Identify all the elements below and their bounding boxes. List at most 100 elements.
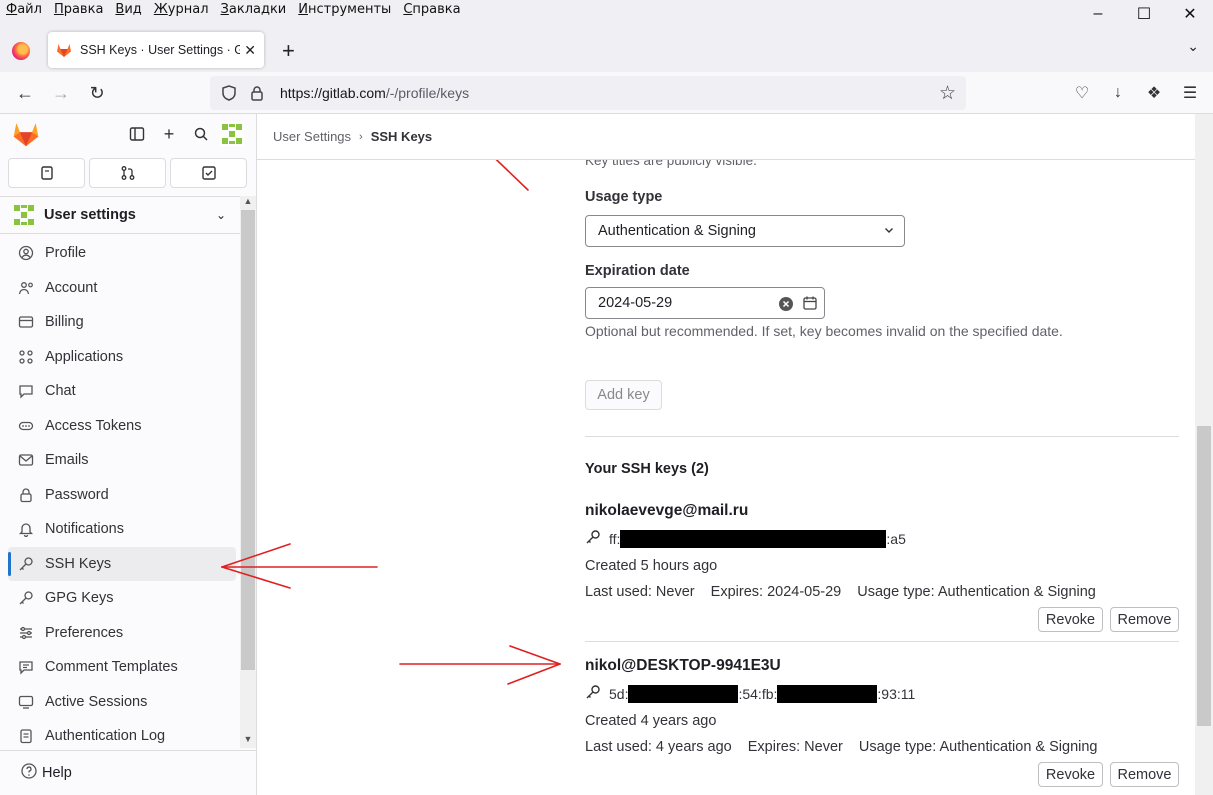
sidebar-item-password[interactable]: Password [8, 478, 236, 513]
scroll-thumb[interactable] [1197, 426, 1211, 726]
key-meta: Last used: Never Expires: 2024-05-29 Usa… [585, 584, 1108, 600]
sidebar-item-authentication-log[interactable]: Authentication Log [8, 719, 236, 754]
breadcrumb: User Settings › SSH Keys [257, 114, 1195, 160]
key-title[interactable]: nikolaevevge@mail.ru [585, 502, 748, 520]
help-icon [20, 762, 38, 784]
clear-icon[interactable] [778, 296, 794, 312]
issues-button[interactable] [8, 158, 85, 188]
menu-view[interactable]: Вид [115, 2, 141, 17]
add-key-button[interactable]: Add key [585, 380, 662, 410]
scroll-down-icon[interactable]: ▼ [240, 734, 256, 748]
account-icon [16, 278, 36, 298]
key-icon [16, 554, 36, 574]
user-avatar[interactable] [220, 122, 244, 146]
shield-icon[interactable] [220, 84, 238, 102]
expiration-date-input[interactable]: 2024-05-29 [585, 287, 825, 319]
sidebar-toggle-icon[interactable] [126, 123, 148, 145]
key-expires: Expires: Never [747, 739, 843, 755]
menu-bookmarks[interactable]: Закладки [221, 2, 287, 17]
sidebar-item-profile[interactable]: Profile [8, 236, 236, 271]
list-tabs-icon[interactable]: ⌄ [1187, 38, 1199, 55]
menu-edit[interactable]: Правка [54, 2, 103, 17]
revoke-button[interactable]: Revoke [1038, 762, 1103, 787]
sidebar-item-comment-templates[interactable]: Comment Templates [8, 650, 236, 685]
merge-requests-button[interactable] [89, 158, 166, 188]
sidebar-item-notifications[interactable]: Notifications [8, 512, 236, 547]
key-expires: Expires: 2024-05-29 [710, 584, 842, 600]
key-icon [585, 529, 601, 548]
chevron-down-icon: ⌄ [215, 208, 226, 222]
remove-button[interactable]: Remove [1110, 762, 1179, 787]
new-tab-icon[interactable]: + [282, 38, 295, 64]
sidebar-item-account[interactable]: Account [8, 271, 236, 306]
key-usage-type: Usage type: Authentication & Signing [858, 739, 1098, 755]
key-title[interactable]: nikol@DESKTOP-9941E3U [585, 657, 781, 675]
usage-type-label: Usage type [585, 189, 663, 205]
applications-icon [16, 347, 36, 367]
menu-tools[interactable]: Инструменты [298, 2, 391, 17]
sidebar-item-billing[interactable]: Billing [8, 305, 236, 340]
ssh-keys-panel: Key titles are publicly visible. Usage t… [585, 160, 1179, 795]
sidebar-item-preferences[interactable]: Preferences [8, 616, 236, 651]
gitlab-logo-icon[interactable] [12, 120, 40, 148]
revoke-button[interactable]: Revoke [1038, 607, 1103, 632]
app-menu-icon[interactable]: ☰ [1177, 80, 1203, 106]
firefox-logo-icon[interactable] [12, 42, 30, 60]
extensions-icon[interactable]: ❖ [1141, 80, 1167, 106]
key-icon [16, 588, 36, 608]
sidebar-item-access-tokens[interactable]: Access Tokens [8, 409, 236, 444]
sidebar-item-emails[interactable]: Emails [8, 443, 236, 478]
sidebar-item-applications[interactable]: Applications [8, 340, 236, 375]
page-scrollbar[interactable] [1195, 114, 1213, 795]
bookmark-star-icon[interactable]: ☆ [939, 82, 956, 105]
redaction-box [777, 684, 878, 703]
reload-icon[interactable]: ↻ [84, 80, 110, 106]
main-content: User Settings › SSH Keys Key titles are … [257, 114, 1213, 795]
search-icon[interactable] [190, 123, 212, 145]
pocket-icon[interactable]: ♡ [1069, 80, 1095, 106]
breadcrumb-parent[interactable]: User Settings [273, 129, 351, 144]
keys-section-title: Your SSH keys (2) [585, 461, 709, 477]
context-switcher[interactable]: User settings ⌄ [0, 196, 240, 234]
help-label: Help [42, 765, 72, 781]
redaction-box [628, 684, 739, 703]
chevron-down-icon [884, 225, 894, 238]
fingerprint-start: 5d: [609, 685, 629, 702]
billing-icon [16, 312, 36, 332]
url-bar[interactable]: https://gitlab.com/-/profile/keys ☆ [210, 76, 966, 110]
calendar-icon[interactable] [802, 295, 818, 311]
close-tab-icon[interactable]: ✕ [244, 42, 256, 59]
fingerprint-end: :a5 [886, 530, 906, 547]
usage-type-select[interactable]: Authentication & Signing [585, 215, 905, 247]
sessions-icon [16, 692, 36, 712]
menu-history[interactable]: Журнал [154, 2, 209, 17]
fingerprint-mid: :54:fb: [738, 685, 778, 702]
sidebar-item-chat[interactable]: Chat [8, 374, 236, 409]
lock-icon[interactable] [248, 84, 266, 102]
help-button[interactable]: Help [0, 750, 256, 795]
sidebar-item-ssh-keys[interactable]: SSH Keys [8, 546, 236, 581]
sidebar-item-active-sessions[interactable]: Active Sessions [8, 685, 236, 720]
scroll-thumb[interactable] [241, 210, 255, 670]
scroll-up-icon[interactable]: ▲ [240, 196, 256, 210]
remove-button[interactable]: Remove [1110, 607, 1179, 632]
log-icon [16, 726, 36, 746]
downloads-icon[interactable]: ↓ [1105, 80, 1131, 106]
create-new-icon[interactable]: + [158, 123, 180, 145]
breadcrumb-current[interactable]: SSH Keys [371, 129, 432, 144]
expiration-help: Optional but recommended. If set, key be… [585, 323, 1063, 339]
todo-button[interactable] [170, 158, 247, 188]
context-title: User settings [44, 207, 136, 223]
browser-tab[interactable]: SSH Keys · User Settings · GitLab ✕ [48, 32, 264, 68]
title-hint: Key titles are publicly visible. [585, 160, 757, 168]
tab-bar: SSH Keys · User Settings · GitLab ✕ + ⌄ [0, 24, 1213, 72]
key-last-used: Last used: Never [585, 584, 695, 600]
menu-file[interactable]: Файл [6, 2, 42, 17]
forward-icon[interactable]: → [48, 80, 74, 106]
divider [585, 436, 1179, 437]
back-icon[interactable]: ← [12, 80, 38, 106]
sidebar-scrollbar[interactable]: ▲ ▼ [240, 196, 256, 748]
menu-help[interactable]: Справка [403, 2, 460, 17]
chevron-right-icon: › [359, 130, 363, 143]
sidebar-item-gpg-keys[interactable]: GPG Keys [8, 581, 236, 616]
